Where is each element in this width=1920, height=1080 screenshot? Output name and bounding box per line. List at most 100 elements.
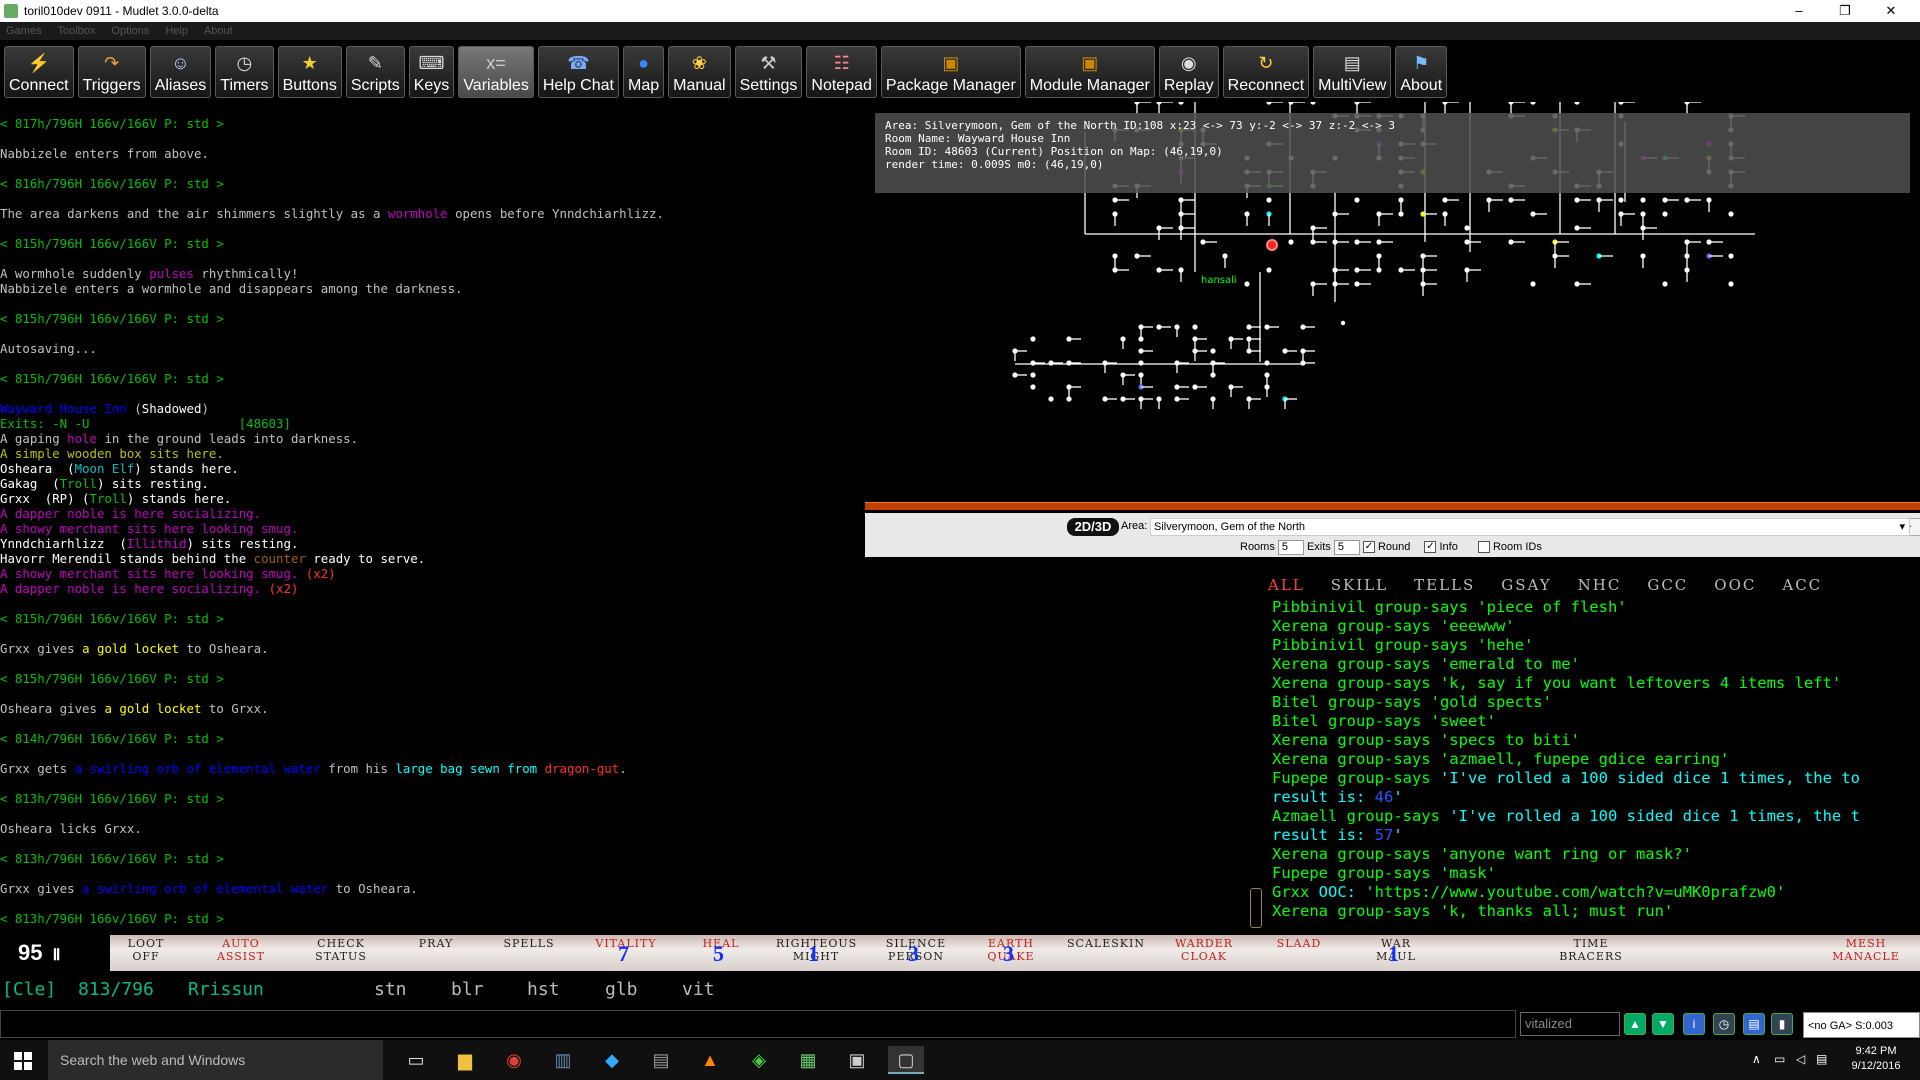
map-room[interactable] xyxy=(1244,281,1250,287)
triggers-button[interactable]: ↷ Triggers xyxy=(77,46,146,98)
scaleskin-action-button[interactable]: Scaleskin xyxy=(1066,937,1146,950)
map-room[interactable] xyxy=(1574,102,1580,105)
map-room[interactable] xyxy=(1210,348,1216,354)
map-room[interactable] xyxy=(1464,225,1470,231)
module-manager-button[interactable]: ▣ Module Manager xyxy=(1024,46,1155,98)
taskbar-clock[interactable]: 9:42 PM 9/12/2016 xyxy=(1836,1044,1916,1074)
chat-tab-nhc[interactable]: NHC xyxy=(1578,576,1622,596)
map-splitter[interactable] xyxy=(865,502,1920,510)
taskbar-search-box[interactable]: Search the web and Windows xyxy=(48,1040,383,1080)
map-room[interactable] xyxy=(1662,281,1668,287)
map-room[interactable] xyxy=(1376,267,1382,273)
map-room[interactable] xyxy=(1264,360,1270,366)
file-explorer-icon[interactable]: ▆ xyxy=(447,1046,483,1074)
menu-item-help[interactable]: Help xyxy=(165,25,188,37)
map-room[interactable] xyxy=(1288,239,1294,245)
chat-tab-tells[interactable]: TELLS xyxy=(1414,576,1475,596)
chat-tab-gcc[interactable]: GCC xyxy=(1647,576,1688,596)
up-arrow-icon[interactable]: ▲ xyxy=(1624,1013,1646,1035)
help-chat-button[interactable]: ☎ Help Chat xyxy=(537,46,619,98)
lock-icon[interactable]: ▮ xyxy=(1771,1013,1793,1035)
map-room[interactable] xyxy=(1728,281,1734,287)
menu-item-toolbox[interactable]: Toolbox xyxy=(57,25,95,37)
map-room[interactable] xyxy=(1354,197,1360,203)
loot-action-button[interactable]: Loot Off xyxy=(106,937,186,963)
map-room[interactable] xyxy=(1178,102,1184,105)
git-icon[interactable]: ◆ xyxy=(594,1046,630,1074)
map-room[interactable] xyxy=(1048,396,1054,402)
package-manager-button[interactable]: ▣ Package Manager xyxy=(880,46,1021,98)
command-input[interactable] xyxy=(0,1010,1516,1038)
mudlet-taskbar-icon[interactable]: ◈ xyxy=(741,1046,777,1074)
menu-item-options[interactable]: Options xyxy=(111,25,149,37)
chat-tab-gsay[interactable]: GSAY xyxy=(1501,576,1551,596)
map-room[interactable] xyxy=(1530,102,1536,105)
vitalized-field[interactable]: vitalized xyxy=(1520,1012,1620,1036)
chat-tab-all[interactable]: ALL xyxy=(1268,576,1305,596)
task-view-icon[interactable]: ▭ xyxy=(398,1046,434,1074)
map-room[interactable] xyxy=(1310,102,1316,105)
active-window-icon[interactable]: ▢ xyxy=(888,1046,924,1074)
keyboard-icon[interactable]: ▤ xyxy=(1816,1052,1827,1066)
mesh-action-button[interactable]: Mesh Manacle xyxy=(1826,937,1906,963)
chat-tab-ooc[interactable]: OOC xyxy=(1714,576,1756,596)
aliases-button[interactable]: ☺ Aliases xyxy=(149,46,212,98)
map-room[interactable] xyxy=(1138,360,1144,366)
chat-scrollbar[interactable] xyxy=(1250,888,1262,928)
chat-tab-skill[interactable]: SKILL xyxy=(1331,576,1388,596)
chat-tab-acc[interactable]: ACC xyxy=(1782,576,1822,596)
map-room[interactable] xyxy=(1138,336,1144,342)
map-room[interactable] xyxy=(1530,281,1536,287)
map-room[interactable] xyxy=(1192,324,1198,330)
buttons-button[interactable]: ★ Buttons xyxy=(277,46,342,98)
log-icon[interactable]: ▤ xyxy=(1743,1013,1765,1035)
library-icon[interactable]: ▥ xyxy=(545,1046,581,1074)
map-room[interactable] xyxy=(1210,372,1216,378)
keys-button[interactable]: ⌨ Keys xyxy=(408,46,455,98)
menu-item-games[interactable]: Games xyxy=(6,25,41,37)
rooms-spinbox[interactable]: 5 xyxy=(1277,540,1304,555)
notepad-icon[interactable]: ▦ xyxy=(790,1046,826,1074)
chrome-icon[interactable]: ◉ xyxy=(496,1046,532,1074)
network-icon[interactable]: ▭ xyxy=(1774,1052,1785,1066)
volume-icon[interactable]: ◁ xyxy=(1796,1052,1805,1066)
connect-button[interactable]: ⚡ Connect xyxy=(4,46,74,98)
map-2d3d-toggle[interactable]: 2D/3D xyxy=(1067,518,1119,536)
vlc-icon[interactable]: ▲ xyxy=(692,1046,728,1074)
map-room[interactable] xyxy=(1662,211,1668,217)
map-area-select[interactable]: Silverymoon, Gem of the North ▾ xyxy=(1150,518,1910,536)
maximize-button[interactable]: ❐ xyxy=(1822,0,1868,22)
map-room[interactable] xyxy=(1066,396,1072,402)
info-checkbox[interactable]: ✓ xyxy=(1424,541,1437,554)
replay-button[interactable]: ◉ Replay xyxy=(1158,46,1219,98)
map-room[interactable] xyxy=(1030,372,1036,378)
manual-button[interactable]: ❀ Manual xyxy=(668,46,731,98)
info-icon[interactable]: i xyxy=(1683,1013,1705,1035)
map-button[interactable]: ● Map xyxy=(622,46,665,98)
room-ids-checkbox[interactable] xyxy=(1477,541,1490,554)
map-room[interactable] xyxy=(1266,267,1272,273)
exits-spinbox[interactable]: 5 xyxy=(1333,540,1360,555)
check-action-button[interactable]: Check Status xyxy=(301,937,381,963)
settings-button[interactable]: ⚒ Settings xyxy=(734,46,803,98)
tray-chevron-icon[interactable]: ∧ xyxy=(1752,1052,1761,1066)
timers-button[interactable]: ◷ Timers xyxy=(215,46,274,98)
scripts-button[interactable]: ✎ Scripts xyxy=(345,46,405,98)
main-console[interactable]: < 817h/796H 166v/166V P: std > Nabbizele … xyxy=(0,116,865,931)
menu-item-about[interactable]: About xyxy=(204,25,233,37)
map-room[interactable] xyxy=(1030,384,1036,390)
map-room[interactable] xyxy=(1728,253,1734,259)
close-button[interactable]: ✕ xyxy=(1868,0,1914,22)
timestamp-icon[interactable]: ◷ xyxy=(1713,1013,1735,1035)
round-checkbox[interactable]: ✓ xyxy=(1362,541,1375,554)
map-room[interactable] xyxy=(1728,211,1734,217)
map-room[interactable] xyxy=(1640,197,1646,203)
down-arrow-icon[interactable]: ▼ xyxy=(1652,1013,1674,1035)
map-room[interactable] xyxy=(1398,211,1404,217)
warder-action-button[interactable]: Warder Cloak xyxy=(1164,937,1244,963)
notepad-button[interactable]: ☷ Notepad xyxy=(806,46,877,98)
map-current-room[interactable] xyxy=(1266,239,1278,251)
auto-action-button[interactable]: Auto Assist xyxy=(201,937,281,963)
map-room[interactable] xyxy=(1030,336,1036,342)
time-action-button[interactable]: Time Bracers xyxy=(1551,937,1631,963)
